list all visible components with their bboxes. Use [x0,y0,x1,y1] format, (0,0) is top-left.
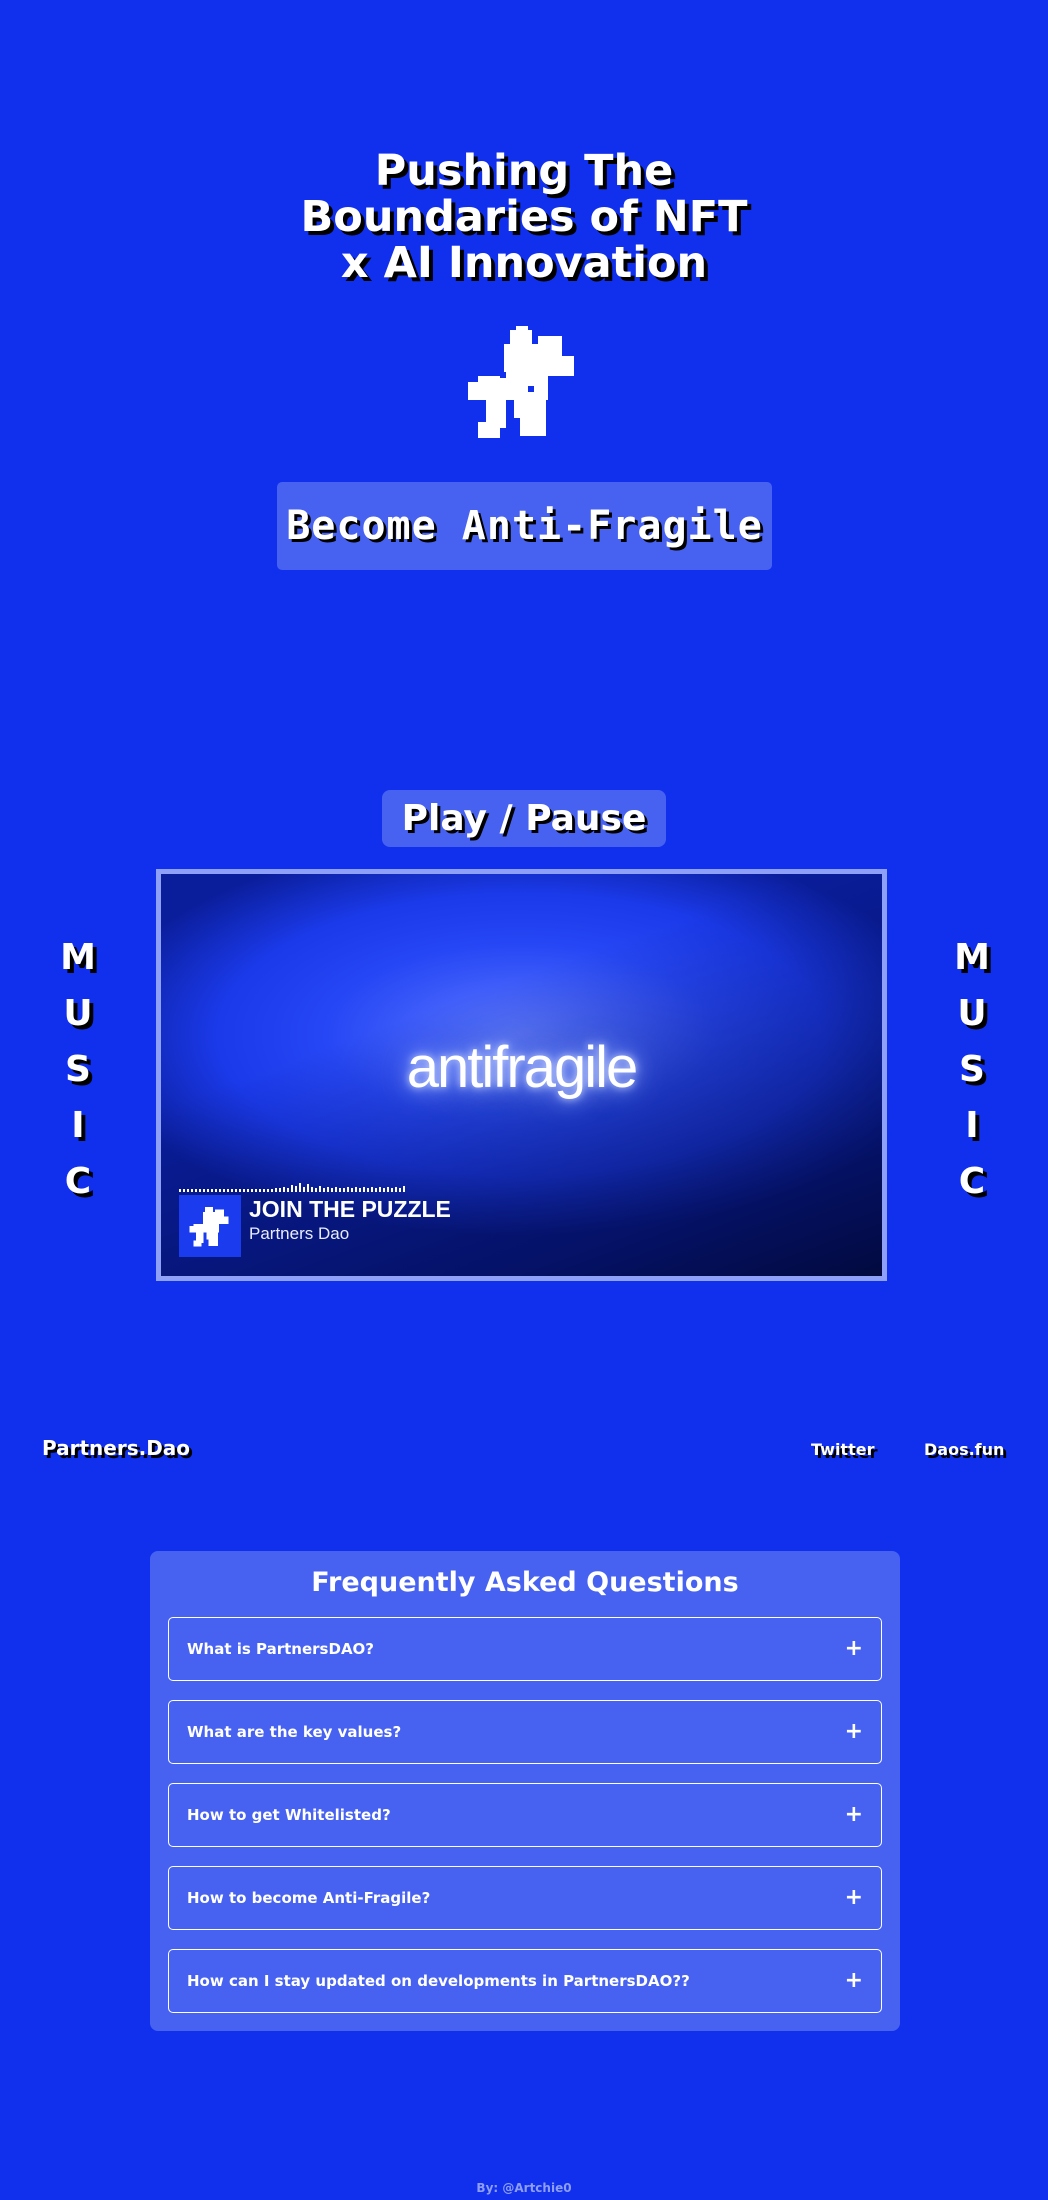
faq-item-stay-updated[interactable]: How can I stay updated on developments i… [168,1949,882,2013]
video-player[interactable]: antifragile JOIN THE PUZZLE Partners Dao [156,869,887,1281]
music-letter: C [64,1161,92,1202]
plus-icon[interactable]: + [845,1887,863,1909]
daos-fun-link[interactable]: Daos.fun [924,1440,1004,1459]
faq-question: What are the key values? [187,1723,402,1741]
faq-question: How to get Whitelisted? [187,1806,391,1824]
track-artist: Partners Dao [249,1224,350,1243]
music-letter: S [959,1049,985,1090]
faq-item-anti-fragile[interactable]: How to become Anti-Fragile? + [168,1866,882,1930]
track-title: JOIN THE PUZZLE [249,1196,451,1222]
play-pause-button[interactable]: Play / Pause [382,790,666,847]
faq-item-key-values[interactable]: What are the key values? + [168,1700,882,1764]
plus-icon[interactable]: + [845,1721,863,1743]
music-letter: M [954,937,990,978]
faq-panel: Frequently Asked Questions What is Partn… [150,1551,900,2031]
music-letter: S [65,1049,91,1090]
puzzle-piece-icon [189,1207,229,1247]
brand-link[interactable]: Partners.Dao [42,1436,190,1460]
hero-title-line-1: Pushing The [374,146,674,196]
author-credit: By: @Artchie0 [476,2181,572,2195]
music-letter: C [958,1161,986,1202]
faq-question: How to become Anti-Fragile? [187,1889,431,1907]
music-letter: I [965,1105,979,1146]
plus-icon[interactable]: + [845,1804,863,1826]
plus-icon[interactable]: + [845,1970,863,1992]
faq-question: How can I stay updated on developments i… [187,1972,690,1990]
hero-title-line-3: x AI Innovation [340,238,708,288]
faq-item-whitelisted[interactable]: How to get Whitelisted? + [168,1783,882,1847]
music-label-left: M U S I C [48,930,108,1210]
music-letter: I [71,1105,85,1146]
hero-title-line-2: Boundaries of NFT [300,192,748,242]
music-label-right: M U S I C [942,930,1002,1210]
faq-item-what-is-partnersdao[interactable]: What is PartnersDAO? + [168,1617,882,1681]
video-badge [179,1195,241,1257]
music-letter: U [63,993,93,1034]
faq-question: What is PartnersDAO? [187,1640,375,1658]
video-overlay-word: antifragile [406,1035,638,1100]
hero-title: Pushing The Boundaries of NFT x AI Innov… [0,148,1048,286]
faq-title: Frequently Asked Questions [311,1567,739,1598]
music-letter: M [60,937,96,978]
puzzle-piece-icon [464,322,586,444]
twitter-link[interactable]: Twitter [811,1440,874,1459]
music-letter: U [957,993,987,1034]
become-anti-fragile-button[interactable]: Become Anti-Fragile [277,482,772,570]
audio-visualizer [179,1183,405,1192]
plus-icon[interactable]: + [845,1638,863,1660]
page: Pushing The Boundaries of NFT x AI Innov… [0,0,1048,2200]
